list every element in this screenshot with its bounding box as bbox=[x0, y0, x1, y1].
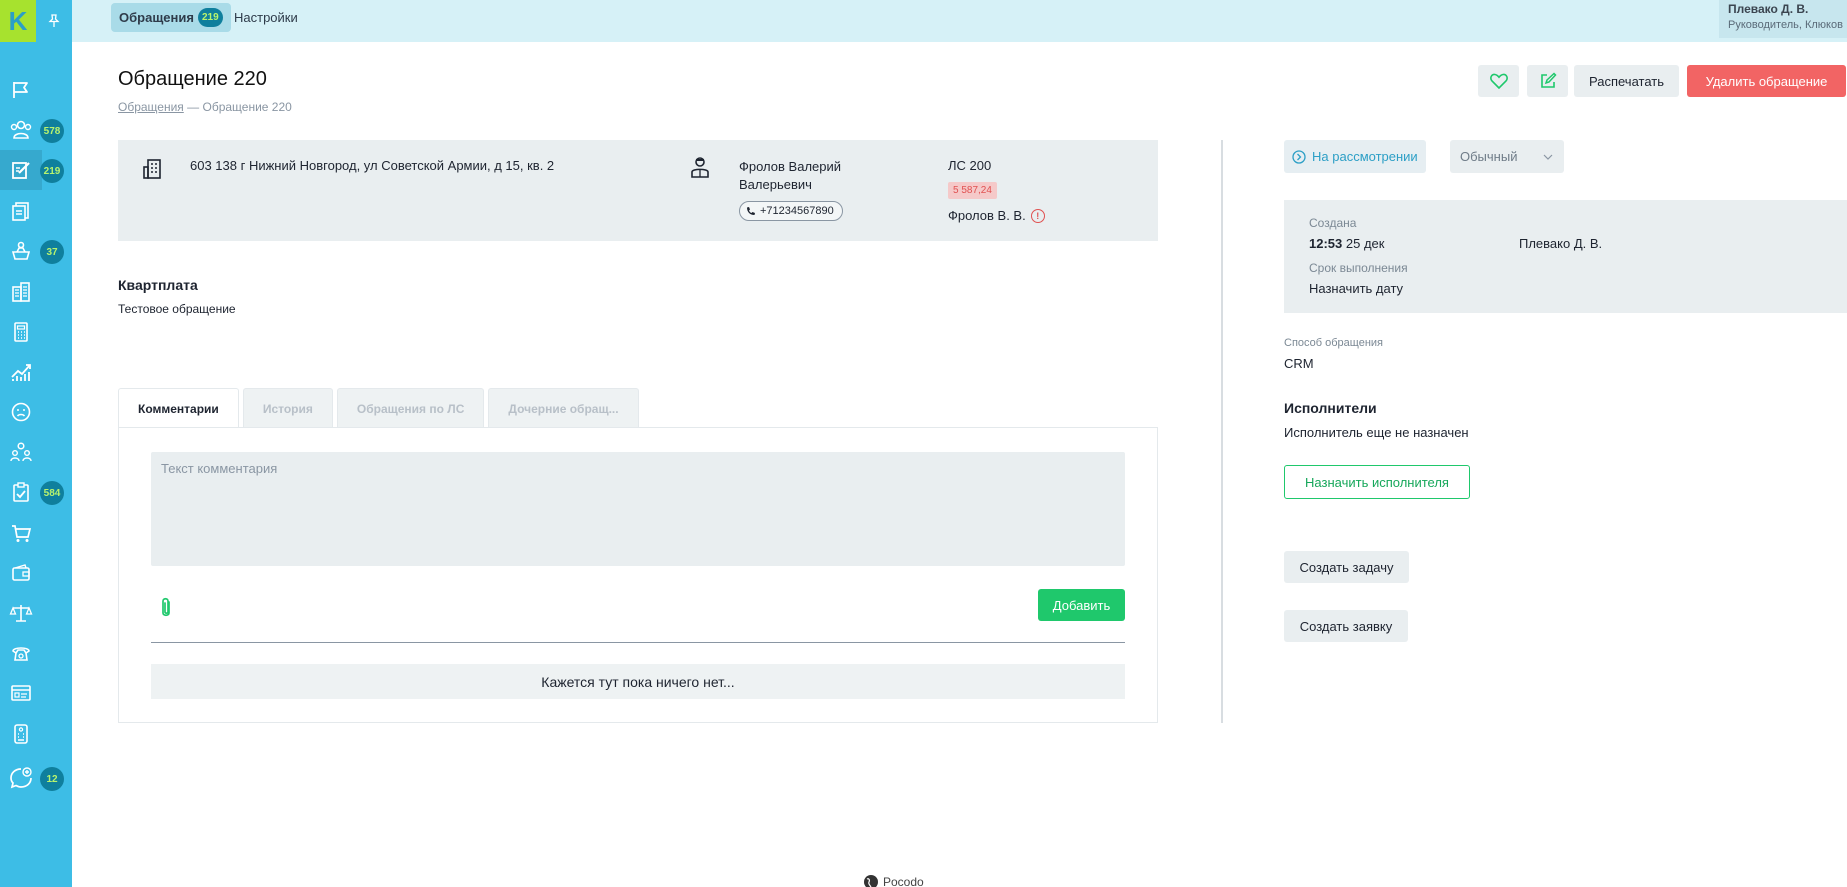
wallet-icon[interactable] bbox=[0, 553, 42, 593]
tasks-badge: 584 bbox=[40, 481, 64, 505]
tab-settings[interactable]: Настройки bbox=[226, 3, 306, 32]
status-label: На рассмотрении bbox=[1312, 149, 1418, 164]
print-button[interactable]: Распечатать bbox=[1574, 65, 1679, 97]
logo[interactable]: K bbox=[0, 0, 36, 42]
intercom-icon[interactable] bbox=[0, 714, 42, 754]
globe-icon bbox=[864, 875, 878, 887]
person-icon bbox=[691, 157, 709, 178]
empty-state: Кажется тут пока ничего нет... bbox=[151, 664, 1125, 699]
analytics-icon[interactable] bbox=[0, 352, 42, 392]
divider bbox=[151, 642, 1125, 643]
buildings-icon[interactable] bbox=[0, 272, 42, 312]
deadline-value[interactable]: Назначить дату bbox=[1309, 281, 1403, 296]
status-arrow-icon bbox=[1292, 149, 1306, 164]
user-menu[interactable]: Плевако Д. В. Руководитель, Клюков bbox=[1719, 0, 1847, 38]
sidebar: K 578 219 37 584 12 bbox=[0, 0, 72, 887]
owner: Фролов В. В. ! bbox=[948, 208, 1045, 223]
method-value: CRM bbox=[1284, 356, 1314, 371]
user-role: Руководитель, Клюков bbox=[1728, 19, 1843, 31]
add-comment-button[interactable]: Добавить bbox=[1038, 589, 1125, 621]
user-name: Плевако Д. В. bbox=[1728, 2, 1809, 16]
status-select[interactable]: На рассмотрении bbox=[1284, 140, 1426, 173]
method-label: Способ обращения bbox=[1284, 337, 1383, 349]
heart-icon bbox=[1489, 73, 1508, 89]
appeal-description: Тестовое обращение bbox=[118, 302, 236, 316]
tab-appeals-label: Обращения bbox=[119, 10, 194, 25]
footer-brand: Pocodo bbox=[863, 874, 924, 887]
cashier-badge: 37 bbox=[40, 240, 64, 264]
calculator-icon[interactable] bbox=[0, 312, 42, 352]
create-request-button[interactable]: Создать заявку bbox=[1284, 610, 1408, 642]
chat-badge: 12 bbox=[40, 767, 64, 791]
priority-select[interactable]: Обычный bbox=[1450, 140, 1564, 173]
cashier-icon[interactable] bbox=[0, 231, 42, 271]
id-card-icon[interactable] bbox=[0, 673, 42, 713]
topbar: Обращения 219 Настройки Плевако Д. В. Ру… bbox=[72, 0, 1847, 42]
breadcrumb-separator: — bbox=[187, 100, 200, 114]
breadcrumb-link-appeals[interactable]: Обращения bbox=[118, 100, 184, 114]
phone-call-icon bbox=[747, 207, 755, 215]
chevron-down-icon bbox=[1543, 154, 1553, 160]
owner-name: Фролов В. В. bbox=[948, 208, 1026, 223]
appeal-subject: Квартплата bbox=[118, 277, 198, 293]
edit-button[interactable] bbox=[1527, 65, 1568, 97]
assign-executor-button[interactable]: Назначить исполнителя bbox=[1284, 465, 1470, 499]
pin-icon[interactable] bbox=[36, 14, 72, 28]
residents-icon[interactable] bbox=[0, 110, 42, 150]
residents-badge: 578 bbox=[40, 119, 64, 143]
scales-icon[interactable] bbox=[0, 593, 42, 633]
staff-icon[interactable] bbox=[0, 432, 42, 472]
account-number[interactable]: ЛС 200 bbox=[948, 158, 991, 173]
deadline-label: Срок выполнения bbox=[1309, 261, 1408, 275]
tab-account-appeals[interactable]: Обращения по ЛС bbox=[336, 388, 485, 428]
breadcrumb-current: Обращение 220 bbox=[202, 100, 292, 114]
sidebar-header: K bbox=[0, 0, 72, 42]
created-value: 12:53 25 дек bbox=[1309, 236, 1384, 251]
created-date: 25 дек bbox=[1345, 236, 1385, 251]
attach-icon[interactable] bbox=[159, 596, 173, 625]
favorite-button[interactable] bbox=[1478, 65, 1519, 97]
tab-history[interactable]: История bbox=[242, 388, 333, 428]
executors-title: Исполнители bbox=[1284, 400, 1377, 416]
cart-icon[interactable] bbox=[0, 513, 42, 553]
phone-icon[interactable] bbox=[0, 633, 42, 673]
resident-name[interactable]: Фролов Валерий Валерьевич bbox=[739, 158, 899, 194]
complaints-icon[interactable] bbox=[0, 392, 42, 432]
tab-appeals[interactable]: Обращения 219 bbox=[111, 3, 231, 32]
tab-child-appeals[interactable]: Дочерние обращ... bbox=[488, 388, 639, 428]
appeals-badge: 219 bbox=[40, 159, 64, 183]
breadcrumb: Обращения — Обращение 220 bbox=[118, 100, 292, 114]
content-tabs: Комментарии История Обращения по ЛС Доче… bbox=[118, 388, 639, 428]
executors-status: Исполнитель еще не назначен bbox=[1284, 425, 1469, 440]
priority-label: Обычный bbox=[1460, 149, 1518, 164]
debt-badge: 5 587,24 bbox=[948, 182, 997, 199]
tasks-icon[interactable] bbox=[0, 472, 42, 512]
created-label: Создана bbox=[1309, 216, 1357, 230]
tab-comments[interactable]: Комментарии bbox=[118, 388, 239, 428]
tab-settings-label: Настройки bbox=[234, 10, 298, 25]
appeal-info-card: 603 138 г Нижний Новгород, ул Советской … bbox=[118, 140, 1158, 241]
documents-icon[interactable] bbox=[0, 191, 42, 231]
dates-card: Создана 12:53 25 дек Плевако Д. В. Срок … bbox=[1284, 200, 1847, 313]
footer-text: Pocodo bbox=[883, 875, 924, 887]
column-divider bbox=[1221, 140, 1223, 723]
comment-input[interactable]: Текст комментария bbox=[151, 452, 1125, 566]
building-icon bbox=[143, 159, 161, 179]
comments-panel: Текст комментария Добавить Кажется тут п… bbox=[118, 427, 1158, 723]
created-time: 12:53 bbox=[1309, 236, 1343, 251]
created-by: Плевако Д. В. bbox=[1519, 236, 1603, 251]
flag-icon[interactable] bbox=[0, 70, 42, 110]
tab-appeals-count: 219 bbox=[197, 8, 223, 27]
address: 603 138 г Нижний Новгород, ул Советской … bbox=[190, 158, 555, 173]
page-title: Обращение 220 bbox=[118, 68, 267, 90]
edit-icon bbox=[1540, 72, 1557, 88]
delete-button[interactable]: Удалить обращение bbox=[1687, 65, 1846, 97]
appeals-icon[interactable] bbox=[0, 150, 42, 190]
chat-add-icon[interactable] bbox=[0, 758, 42, 798]
phone-number: +71234567890 bbox=[760, 205, 834, 217]
warning-icon[interactable]: ! bbox=[1030, 208, 1045, 223]
create-task-button[interactable]: Создать задачу bbox=[1284, 551, 1409, 583]
phone-chip[interactable]: +71234567890 bbox=[739, 201, 843, 221]
